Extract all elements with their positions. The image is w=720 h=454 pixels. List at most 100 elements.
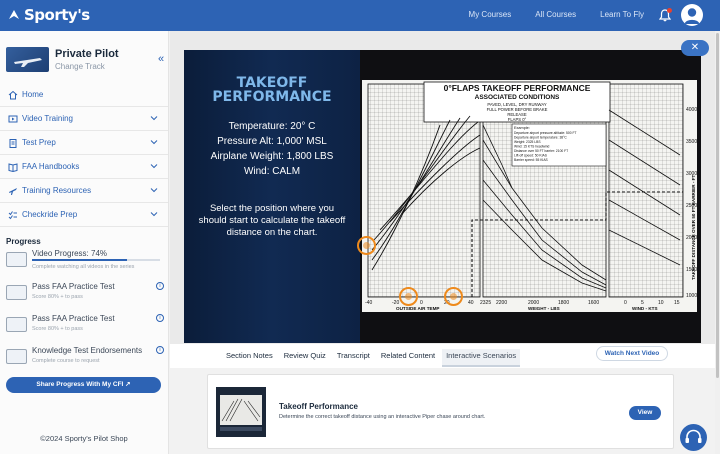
x-weight-label: WEIGHT - LBS — [528, 306, 560, 311]
home-icon — [8, 90, 18, 99]
tab-related-content[interactable]: Related Content — [377, 349, 439, 367]
condition-temperature: Temperature: 20° C — [228, 121, 316, 132]
video-progress-bar — [32, 259, 160, 261]
chart-target-weight[interactable] — [444, 287, 463, 306]
share-progress-button[interactable]: Share Progress With My CFI ↗ — [6, 377, 161, 393]
nav-all-courses[interactable]: All Courses — [535, 10, 576, 19]
watch-next-video-button[interactable]: Watch Next Video — [596, 346, 668, 361]
video-icon — [8, 115, 18, 122]
progress-item-video: Video Progress: 74% Complete watching al… — [6, 249, 164, 275]
chart-frame: 0°FLAPS TAKEOFF PERFORMANCE ASSOCIATED C… — [360, 50, 701, 343]
book-icon — [8, 162, 18, 172]
top-navbar: Sporty's My Courses All Courses Learn To… — [0, 0, 720, 31]
scenario-thumbnail[interactable] — [216, 387, 266, 437]
chevron-down-icon — [150, 140, 158, 145]
logo[interactable]: Sporty's — [7, 6, 90, 24]
scenario-instruction: Select the position where you should sta… — [198, 203, 346, 238]
main-content: TAKEOFF PERFORMANCE Temperature: 20° C P… — [170, 31, 715, 454]
user-silhouette-icon — [684, 8, 700, 24]
x-temp-tick: -40 — [365, 300, 372, 306]
sidebar-item-checkride-prep[interactable]: Checkride Prep — [0, 203, 168, 227]
collapse-sidebar-icon[interactable]: « — [158, 53, 164, 65]
x-temp-label: OUTSIDE AIR TEMP — [396, 306, 439, 311]
x-weight-tick: 2325 — [480, 300, 491, 306]
chart-target-temperature[interactable] — [399, 287, 418, 306]
x-weight-tick: 2200 — [496, 300, 507, 306]
tab-interactive-scenarios[interactable]: Interactive Scenarios — [442, 349, 521, 367]
x-wind-tick: 15 — [674, 300, 680, 306]
progress-heading: Progress — [6, 237, 41, 246]
clipboard-icon — [9, 138, 17, 148]
sidebar-item-label: Test Prep — [22, 138, 56, 147]
info-icon[interactable]: i — [156, 346, 164, 354]
x-wind-label: WIND - KTS — [632, 306, 658, 311]
tab-panel: Takeoff Performance Determine the correc… — [170, 368, 715, 454]
sidebar-nav: Home Video Training Test Prep FAA Handbo… — [0, 83, 168, 227]
share-button-label: Share Progress With My CFI — [36, 381, 124, 388]
content-tabs: Section Notes Review Quiz Transcript Rel… — [222, 349, 523, 367]
scenario-title: TAKEOFF PERFORMANCE — [204, 76, 340, 104]
close-icon[interactable]: ✕ — [681, 40, 709, 56]
video-progress-icon — [6, 252, 27, 267]
video-progress-fill — [32, 259, 127, 261]
sidebar-item-label: Video Training — [22, 114, 73, 123]
progress-title: Pass FAA Practice Test — [32, 314, 115, 323]
user-avatar-icon[interactable] — [681, 4, 703, 26]
info-icon[interactable]: i — [156, 314, 164, 322]
sidebar-item-faa-handbooks[interactable]: FAA Handbooks — [0, 155, 168, 179]
progress-sub: Complete course to request — [32, 358, 100, 364]
airplane-icon — [9, 187, 17, 195]
change-track-link[interactable]: Change Track — [55, 62, 105, 71]
example-label: Example: — [514, 126, 530, 130]
chevron-down-icon — [150, 188, 158, 193]
progress-sub: Complete watching all videos in the seri… — [32, 264, 135, 270]
tab-transcript[interactable]: Transcript — [333, 349, 374, 367]
y-tick: 1000 — [686, 293, 697, 299]
course-title: Private Pilot — [55, 48, 119, 60]
x-weight-tick: 1600 — [588, 300, 599, 306]
help-chat-icon[interactable] — [680, 424, 707, 451]
scenario-card-title: Takeoff Performance — [279, 402, 358, 411]
logo-text: Sporty's — [24, 6, 90, 24]
progress-item-practice-test-1: Pass FAA Practice Test Score 80% + to pa… — [6, 282, 164, 308]
chevron-down-icon — [150, 164, 158, 169]
test-icon — [6, 285, 27, 300]
info-icon[interactable]: i — [156, 282, 164, 290]
example-line: Lift-off speed: 50 KIAS — [514, 154, 548, 158]
copyright: ©2024 Sporty's Pilot Shop — [40, 434, 128, 443]
nav-learn-to-fly[interactable]: Learn To Fly — [600, 10, 644, 19]
progress-title: Pass FAA Practice Test — [32, 282, 115, 291]
tab-section-notes[interactable]: Section Notes — [222, 349, 277, 367]
sidebar-item-test-prep[interactable]: Test Prep — [0, 131, 168, 155]
x-wind-tick: 0 — [624, 300, 627, 306]
scenario-title-line1: TAKEOFF — [236, 75, 308, 91]
sidebar-item-training-resources[interactable]: Training Resources — [0, 179, 168, 203]
chart-thumb-icon — [220, 395, 262, 431]
sidebar-item-home[interactable]: Home — [0, 83, 168, 107]
takeoff-chart: 0°FLAPS TAKEOFF PERFORMANCE ASSOCIATED C… — [362, 80, 697, 312]
progress-sub: Score 80% + to pass — [32, 294, 83, 300]
checklist-icon — [8, 210, 17, 219]
nav-my-courses[interactable]: My Courses — [469, 10, 512, 19]
view-button[interactable]: View — [629, 406, 661, 420]
example-line: Departure airport pressure altitude: 500… — [514, 131, 577, 135]
chart-svg: 0°FLAPS TAKEOFF PERFORMANCE ASSOCIATED C… — [365, 81, 697, 311]
logo-mark-icon — [9, 10, 19, 19]
condition-weight: Airplane Weight: 1,800 LBS — [210, 151, 334, 162]
y-tick: 4000 — [686, 107, 697, 113]
example-line: Barrier speed: 55 KIAS — [514, 158, 549, 162]
sidebar-item-label: FAA Handbooks — [22, 162, 80, 171]
course-thumbnail[interactable] — [6, 47, 49, 72]
chart-subtitle: ASSOCIATED CONDITIONS — [475, 94, 560, 101]
x-weight-tick: 1800 — [558, 300, 569, 306]
sidebar-item-video-training[interactable]: Video Training — [0, 107, 168, 131]
scenario-card: Takeoff Performance Determine the correc… — [207, 374, 674, 449]
x-wind-tick: 10 — [658, 300, 664, 306]
test-icon — [6, 317, 27, 332]
scrollbar-thumb[interactable] — [716, 33, 719, 378]
chart-condition-4: FLAPS 0° — [508, 117, 527, 122]
tab-review-quiz[interactable]: Review Quiz — [280, 349, 330, 367]
chart-target-altitude[interactable] — [357, 236, 376, 255]
condition-wind: Wind: CALM — [243, 166, 301, 177]
video-player[interactable]: TAKEOFF PERFORMANCE Temperature: 20° C P… — [184, 50, 701, 343]
